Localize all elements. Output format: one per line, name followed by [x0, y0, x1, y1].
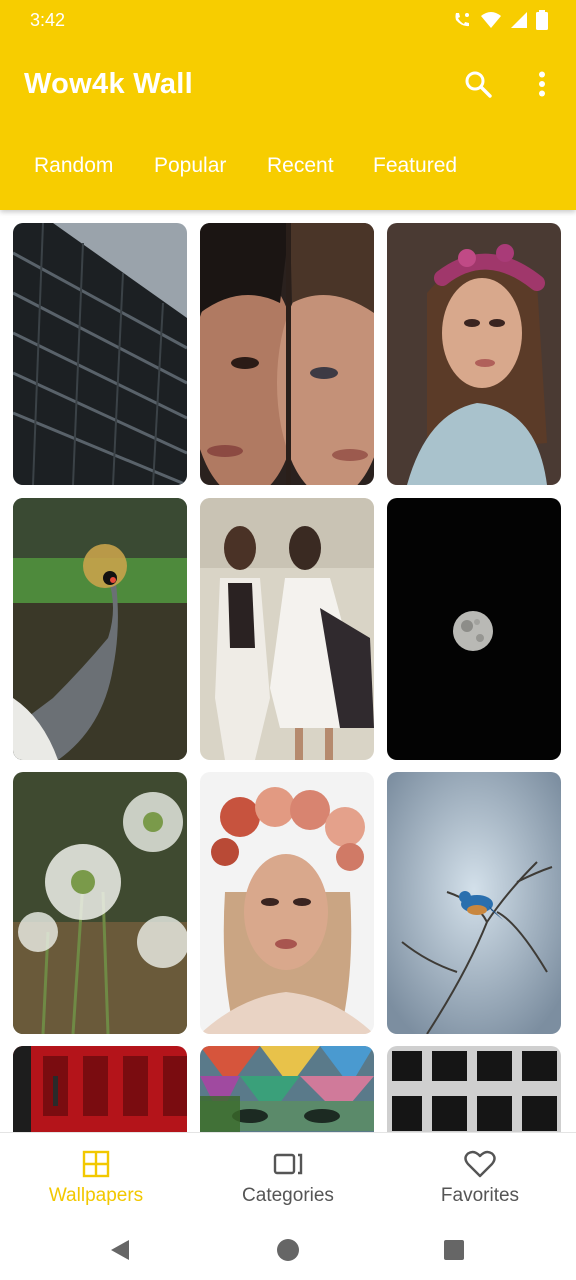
back-button[interactable] — [104, 1234, 136, 1266]
wallpaper-red-facade[interactable] — [13, 1046, 187, 1132]
wifi-call-icon — [455, 13, 469, 27]
crowned-crane-image — [13, 498, 187, 760]
heart-icon — [464, 1150, 496, 1178]
recents-button[interactable] — [438, 1234, 470, 1266]
wallpaper-flower-crown-woman[interactable] — [387, 223, 561, 485]
back-triangle-icon — [111, 1240, 129, 1260]
wallpaper-crowned-crane[interactable] — [13, 498, 187, 760]
wallpaper-white-flowers[interactable] — [13, 772, 187, 1034]
wallpaper-rose-crown-woman[interactable] — [200, 772, 374, 1034]
more-vert-icon — [539, 71, 545, 97]
tab-featured[interactable]: Featured — [373, 154, 457, 178]
home-button[interactable] — [272, 1234, 304, 1266]
status-icons — [452, 10, 548, 30]
grid-icon — [82, 1150, 110, 1178]
red-facade-image — [13, 1046, 187, 1132]
nav-favorites-label: Favorites — [440, 1185, 520, 1206]
wallpaper-moon[interactable] — [387, 498, 561, 760]
nav-wallpapers[interactable]: Wallpapers — [0, 1133, 192, 1221]
recents-square-icon — [444, 1240, 464, 1260]
bird-on-branch-image — [387, 772, 561, 1034]
flower-crown-woman-image — [387, 223, 561, 485]
wallpaper-two-faces[interactable] — [200, 223, 374, 485]
status-time: 3:42 — [30, 10, 66, 30]
wallpaper-two-women-dresses[interactable] — [200, 498, 374, 760]
tab-bar: Random Popular Recent Featured — [0, 140, 576, 200]
wallpaper-grid — [0, 210, 576, 1132]
status-bar: 3:42 — [0, 0, 576, 44]
bottom-navigation: Wallpapers Categories Favorites — [0, 1132, 576, 1221]
moon-image — [387, 498, 561, 760]
nav-categories-label: Categories — [242, 1185, 334, 1206]
tab-recent[interactable]: Recent — [267, 154, 334, 178]
tab-random[interactable]: Random — [34, 154, 113, 178]
battery-icon — [536, 10, 548, 30]
two-women-dresses-image — [200, 498, 374, 760]
nav-categories[interactable]: Categories — [192, 1133, 384, 1221]
grey-facade-image — [387, 1046, 561, 1132]
categories-icon — [273, 1153, 303, 1175]
nav-wallpapers-label: Wallpapers — [48, 1185, 144, 1206]
graffiti-face-image — [200, 1046, 374, 1132]
signal-icon — [511, 12, 527, 28]
app-bar: 3:42 Wow4k Wall Random Popular Recent Fe… — [0, 0, 576, 210]
wallpaper-building[interactable] — [13, 223, 187, 485]
more-options-button[interactable] — [522, 64, 562, 104]
wallpaper-grey-facade[interactable] — [387, 1046, 561, 1132]
white-flowers-image — [13, 772, 187, 1034]
tab-popular[interactable]: Popular — [154, 154, 226, 178]
home-circle-icon — [277, 1239, 299, 1261]
search-icon — [465, 71, 492, 98]
rose-crown-woman-image — [200, 772, 374, 1034]
two-faces-image — [200, 223, 374, 485]
wallpaper-bird-on-branch[interactable] — [387, 772, 561, 1034]
wifi-icon — [481, 12, 501, 28]
wallpaper-graffiti-face[interactable] — [200, 1046, 374, 1132]
system-navigation-bar — [0, 1220, 576, 1280]
search-button[interactable] — [458, 64, 498, 104]
app-title: Wow4k Wall — [24, 68, 193, 100]
nav-favorites[interactable]: Favorites — [384, 1133, 576, 1221]
building-image — [13, 223, 187, 485]
